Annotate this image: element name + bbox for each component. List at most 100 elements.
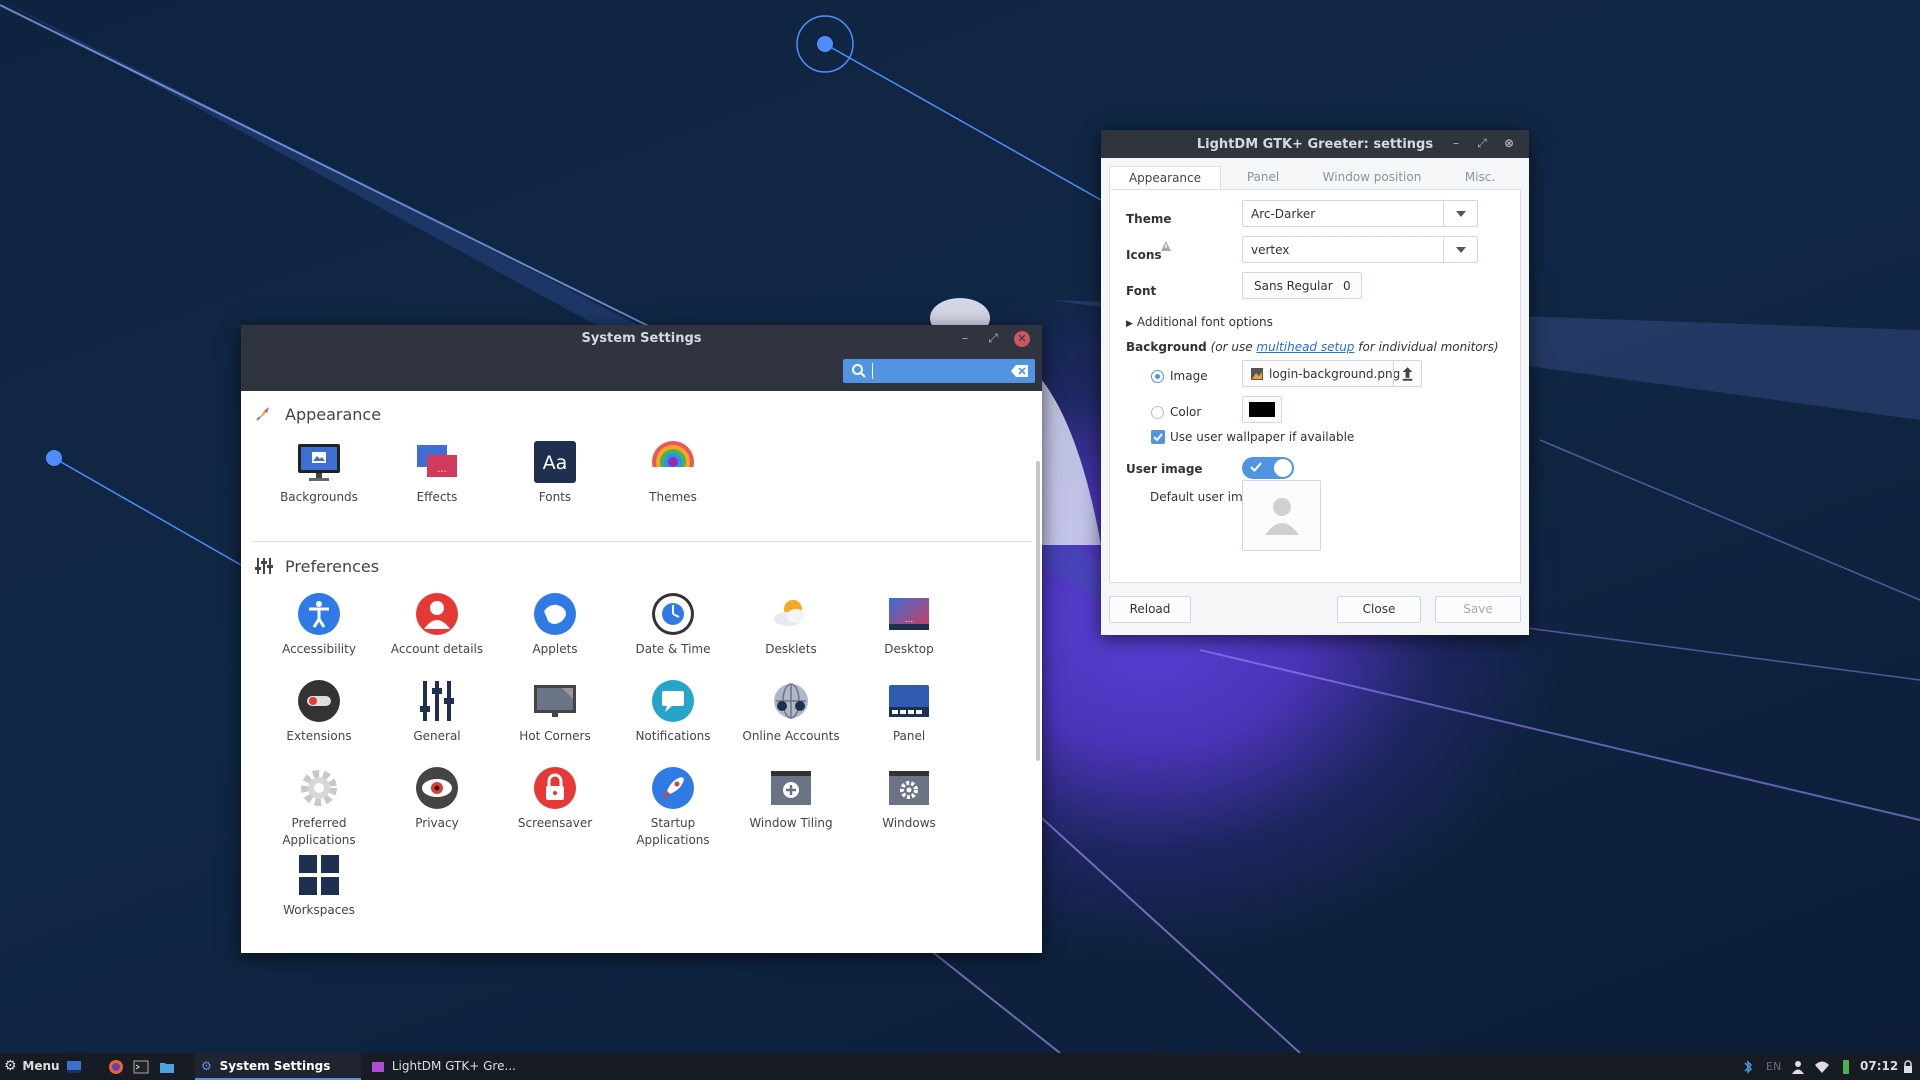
search-input[interactable] xyxy=(843,359,1035,383)
settings-item-privacy[interactable]: Privacy xyxy=(381,765,493,832)
settings-item-panel[interactable]: Panel xyxy=(853,678,965,745)
close-button[interactable]: ✕ xyxy=(1014,331,1030,347)
settings-item-account-details[interactable]: Account details xyxy=(381,591,493,658)
settings-item-desklets[interactable]: Desklets xyxy=(735,591,847,658)
settings-item-online-accounts[interactable]: Online Accounts xyxy=(735,678,847,745)
wifi-icon[interactable] xyxy=(1814,1059,1830,1075)
color-radio[interactable] xyxy=(1151,406,1164,419)
settings-item-applets[interactable]: Applets xyxy=(499,591,611,658)
reload-button[interactable]: Reload xyxy=(1109,596,1191,623)
window-title: LightDM GTK+ Greeter: settings xyxy=(1196,137,1434,152)
settings-item-general[interactable]: General xyxy=(381,678,493,745)
gear-icon xyxy=(301,770,337,806)
use-wallpaper-checkbox[interactable] xyxy=(1151,430,1165,444)
close-button[interactable]: ⊗ xyxy=(1501,136,1517,152)
image-file-chooser[interactable]: login-background.png xyxy=(1242,360,1422,387)
settings-item-windows[interactable]: Windows xyxy=(853,765,965,832)
minimize-button[interactable]: – xyxy=(957,331,973,347)
tab-appearance[interactable]: Appearance xyxy=(1109,166,1221,190)
image-label: Image xyxy=(1170,369,1208,383)
minimize-button[interactable]: – xyxy=(1448,136,1464,152)
icons-label: Icons xyxy=(1126,248,1162,262)
system-settings-window: System Settings – ⤢ ✕ Appearance Backgro… xyxy=(241,325,1042,953)
multihead-setup-link[interactable]: multihead setup xyxy=(1256,340,1354,354)
color-button[interactable] xyxy=(1242,396,1282,423)
menu-label: Menu xyxy=(22,1059,60,1073)
task-lightdm[interactable]: LightDM GTK+ Gre... xyxy=(370,1053,530,1080)
eye-icon xyxy=(416,767,458,809)
menu-gear-icon: ⚙ xyxy=(4,1058,17,1074)
menu-button[interactable]: ⚙ Menu xyxy=(4,1053,60,1080)
show-desktop-icon[interactable] xyxy=(66,1059,82,1075)
settings-item-date-time[interactable]: Date & Time xyxy=(617,591,729,658)
tab-panel[interactable]: Panel xyxy=(1221,166,1305,190)
settings-item-preferred-applications[interactable]: Preferred Applications xyxy=(263,765,375,849)
title-bar[interactable]: System Settings – ⤢ ✕ xyxy=(241,325,1042,391)
close-dialog-button[interactable]: Close xyxy=(1337,596,1421,623)
text-cursor xyxy=(872,363,873,379)
bluetooth-icon[interactable] xyxy=(1740,1059,1756,1075)
svg-text:...: ... xyxy=(905,615,914,625)
user-icon[interactable] xyxy=(1790,1059,1806,1075)
item-label: Preferred Applications xyxy=(282,816,356,847)
settings-item-effects[interactable]: ... Effects xyxy=(381,439,493,506)
firefox-icon[interactable] xyxy=(108,1059,124,1075)
theme-combo[interactable]: Arc-Darker xyxy=(1242,200,1478,227)
item-label: Applets xyxy=(532,642,578,656)
item-label: Date & Time xyxy=(635,642,711,656)
additional-font-expander[interactable]: ▶ Additional font options xyxy=(1126,315,1273,329)
icons-combo[interactable]: vertex xyxy=(1242,236,1478,263)
clear-search-icon[interactable] xyxy=(1011,364,1029,378)
tab-bar: Appearance Panel Window position Misc. xyxy=(1109,166,1521,190)
user-image-toggle[interactable] xyxy=(1242,457,1294,479)
applets-icon xyxy=(534,593,576,635)
item-label: Extensions xyxy=(286,729,352,743)
settings-item-extensions[interactable]: Extensions xyxy=(263,678,375,745)
chevron-right-icon: ▶ xyxy=(1126,319,1133,329)
tab-misc[interactable]: Misc. xyxy=(1439,166,1521,190)
battery-icon[interactable] xyxy=(1838,1059,1854,1075)
settings-item-window-tiling[interactable]: Window Tiling xyxy=(735,765,847,832)
item-label: Privacy xyxy=(415,816,459,830)
maximize-button[interactable]: ⤢ xyxy=(985,331,1001,347)
settings-item-notifications[interactable]: Notifications xyxy=(617,678,729,745)
image-file-name: login-background.png xyxy=(1269,367,1401,381)
section-title: Appearance xyxy=(285,404,382,424)
clock[interactable]: 07:12 xyxy=(1860,1053,1898,1080)
default-user-image-button[interactable] xyxy=(1242,480,1321,551)
checkmark-icon xyxy=(1153,433,1163,442)
search-icon xyxy=(852,364,866,378)
lock-screen-icon[interactable] xyxy=(1900,1059,1916,1075)
settings-item-themes[interactable]: Themes xyxy=(617,439,729,506)
save-button[interactable]: Save xyxy=(1435,596,1521,623)
settings-item-desktop[interactable]: ... Desktop xyxy=(853,591,965,658)
effects-icon: ... xyxy=(417,445,457,477)
terminal-icon[interactable] xyxy=(133,1059,149,1075)
image-radio[interactable] xyxy=(1151,370,1164,383)
settings-item-fonts[interactable]: Aa Fonts xyxy=(499,439,611,506)
task-system-settings[interactable]: ⚙ System Settings xyxy=(195,1053,361,1080)
title-bar[interactable]: LightDM GTK+ Greeter: settings – ⤢ ⊗ xyxy=(1101,130,1529,158)
font-label: Font xyxy=(1126,284,1157,298)
fonts-icon-text: Aa xyxy=(543,452,568,474)
tab-window-position[interactable]: Window position xyxy=(1305,166,1439,190)
notifications-icon xyxy=(652,680,694,722)
settings-item-backgrounds[interactable]: Backgrounds xyxy=(263,439,375,506)
section-preferences: Preferences xyxy=(255,553,379,579)
dialog-body: Appearance Panel Window position Misc. T… xyxy=(1101,158,1529,635)
settings-item-startup-applications[interactable]: Startup Applications xyxy=(617,765,729,849)
warning-icon xyxy=(1161,241,1171,251)
scrollbar[interactable] xyxy=(1036,461,1040,761)
settings-item-workspaces[interactable]: Workspaces xyxy=(263,852,375,919)
maximize-button[interactable]: ⤢ xyxy=(1474,136,1490,152)
settings-item-screensaver[interactable]: Screensaver xyxy=(499,765,611,832)
folder-icon[interactable] xyxy=(159,1059,175,1075)
item-label: Effects xyxy=(416,490,458,504)
account-icon xyxy=(416,593,458,635)
settings-item-accessibility[interactable]: Accessibility xyxy=(263,591,375,658)
section-appearance: Appearance xyxy=(255,401,381,427)
keyboard-layout[interactable]: EN xyxy=(1766,1053,1781,1080)
font-button[interactable]: Sans Regular 0 xyxy=(1242,272,1362,299)
panel-icon xyxy=(889,685,929,717)
settings-item-hot-corners[interactable]: Hot Corners xyxy=(499,678,611,745)
